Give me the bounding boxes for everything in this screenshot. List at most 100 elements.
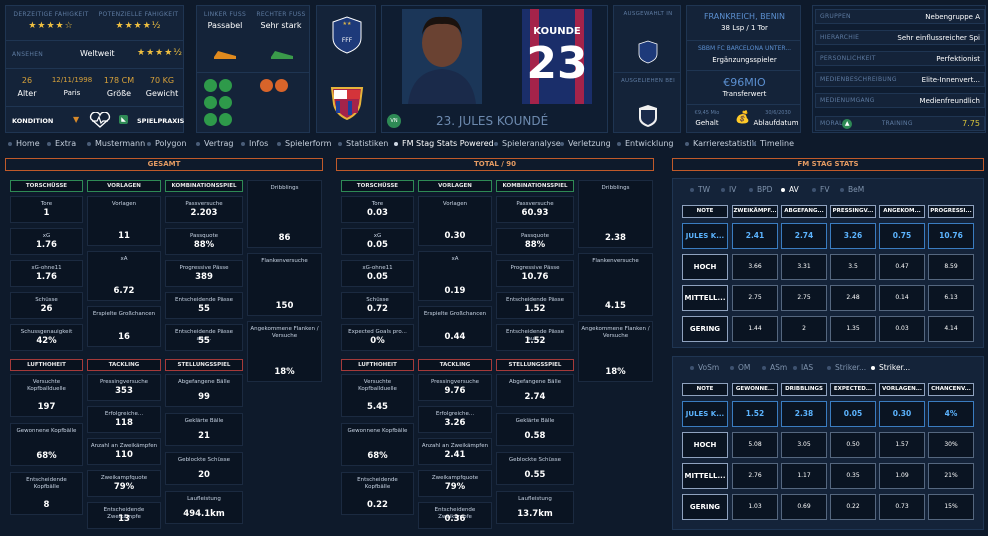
position-tab-label: ASm — [770, 363, 788, 372]
table-header: GEWONNE... — [732, 383, 778, 396]
tab-dot-icon — [494, 141, 498, 146]
age-label: Alter — [17, 89, 37, 98]
tab-extra[interactable]: Extra — [47, 139, 76, 151]
position-tab[interactable]: FV — [812, 185, 829, 194]
position-tab[interactable]: TW — [690, 185, 710, 194]
stat-cell: Progressive Pässe 389 — [165, 260, 243, 287]
position-tab[interactable]: AV — [781, 185, 799, 194]
info-row-value: Perfektionist — [936, 54, 980, 63]
stat-cell: Tore 0.03 — [341, 196, 414, 223]
loaned-label: Ausgeliehen bei — [620, 78, 676, 84]
ability-panel: Derzeitige Fähigkeit ★★★★☆ Potenzielle F… — [5, 5, 184, 133]
position-tab[interactable]: IAS — [793, 363, 813, 372]
table-cell: 0.14 — [879, 285, 925, 311]
position-tab[interactable]: IV — [721, 185, 736, 194]
tab-infos[interactable]: Infos — [241, 139, 268, 151]
table-header: NOTE — [682, 205, 728, 218]
stat-label: Schüsse — [35, 297, 58, 303]
position-tab[interactable]: OM — [730, 363, 750, 372]
tab-karrierestatistik[interactable]: Karrierestatistik — [685, 139, 756, 151]
stat-cell: Entscheidende Pässe 1.52 — [496, 292, 574, 319]
stat-label: Dribblings — [601, 185, 630, 191]
stat-cell: Schussgenauigkeit 42% — [10, 324, 83, 351]
table-cell: 1.09 — [879, 463, 925, 489]
stat-label: Geblockte Schüsse — [508, 457, 562, 463]
stat-value: 494.1km — [183, 509, 225, 519]
stat-label: Abgefangene Bälle — [178, 379, 230, 385]
info-row-value: Sehr einflussreicher Spi — [897, 33, 980, 42]
trait-icon — [204, 113, 217, 126]
table-header: CHANCENV... — [928, 383, 974, 396]
tab-dot-icon — [690, 188, 694, 192]
stat-value: 11 — [118, 231, 130, 241]
tab-label: Polygon — [155, 139, 187, 148]
table-cell: 4% — [928, 401, 974, 427]
trait-icon — [204, 79, 217, 92]
stat-label: xG — [42, 233, 51, 239]
contract-panel: FRANKREICH, BENIN 38 Lsp / 1 Tor SBBM FC… — [686, 5, 801, 133]
table-cell: 4.14 — [928, 316, 974, 342]
info-row: Gruppen Nebengruppe A — [815, 9, 985, 24]
stat-value: 2.203 — [190, 208, 218, 218]
table-cell: 3.66 — [732, 254, 778, 280]
position-tab[interactable]: BeM — [840, 185, 864, 194]
tab-timeline[interactable]: Timeline — [752, 139, 794, 151]
position-tab[interactable]: Striker... — [827, 363, 866, 372]
table-cell: 2.48 — [830, 285, 876, 311]
tab-vertrag[interactable]: Vertrag — [196, 139, 233, 151]
table-cell: 3.05 — [781, 432, 827, 458]
group-header: TACKLING — [418, 359, 492, 371]
stat-value: 0.19 — [444, 286, 466, 296]
stat-value: 0.44 — [444, 332, 466, 342]
stat-label: Entscheidende Pässe — [506, 297, 564, 303]
reputation-stars: ★★★★½ — [137, 48, 183, 58]
tab-spielerform[interactable]: Spielerform — [277, 139, 331, 151]
position-tab[interactable]: Striker... — [871, 363, 910, 372]
info-row-label: Medienbeschreibung — [820, 76, 897, 83]
group-header: STELLUNGSSPIEL — [496, 359, 574, 371]
stat-cell: Erfolgreiche... 3.26 — [418, 406, 492, 433]
table-row-label: MITTELL... — [682, 463, 728, 489]
stat-cell: Passquote 88% — [165, 228, 243, 255]
weight-label: Gewicht — [145, 89, 179, 98]
stat-label: Gewonnene Kopfbälle — [16, 428, 77, 434]
stat-label: Passversuche — [185, 201, 223, 207]
table-header: ABGEFANG... — [781, 205, 827, 218]
position-tab[interactable]: ASm — [762, 363, 787, 372]
stat-cell: Versuchte Kopfballduelle 197 — [10, 374, 83, 417]
position-tab[interactable]: VoSm — [690, 363, 719, 372]
tab-spieleranalyse[interactable]: Spieleranalyse — [494, 139, 561, 151]
stat-cell: Passversuche 60.93 — [496, 196, 574, 223]
stat-label: xG-ohne11 — [31, 265, 62, 271]
stat-cell: Vorlagen 0.30 — [418, 196, 492, 246]
position-tab[interactable]: BPD — [749, 185, 772, 194]
stat-label: Entscheidende Kopfbälle — [357, 477, 398, 490]
stat-value: 55 — [198, 304, 210, 314]
tab-dot-icon — [277, 141, 281, 146]
stat-value: 68% — [36, 451, 57, 461]
table-cell: 0.22 — [830, 494, 876, 520]
stat-cell: Abgefangene Bälle 2.74 — [496, 374, 574, 407]
shirt-number: 23 — [526, 38, 588, 89]
stat-value: 16 — [118, 332, 130, 342]
tab-dot-icon — [827, 366, 831, 370]
table-cell: 2 — [781, 316, 827, 342]
tab-entwicklung[interactable]: Entwicklung — [617, 139, 674, 151]
stat-value: 0.58 — [524, 431, 546, 441]
tab-home[interactable]: Home — [8, 139, 40, 151]
table-cell: 8.59 — [928, 254, 974, 280]
tab-mustermann[interactable]: Mustermann — [87, 139, 145, 151]
tab-statistiken[interactable]: Statistiken — [338, 139, 388, 151]
info-row: Medienbeschreibung Elite-Innenvert... — [815, 72, 985, 87]
tab-polygon[interactable]: Polygon — [147, 139, 186, 151]
tab-label: Statistiken — [346, 139, 389, 148]
tab-verletzung[interactable]: Verletzung — [560, 139, 611, 151]
table-cell: 0.30 — [879, 401, 925, 427]
stat-cell: xA 0.19 — [418, 251, 492, 301]
tab-fm-stag-stats-powered[interactable]: FM Stag Stats Powered — [394, 139, 494, 151]
table-cell: 2.74 — [781, 223, 827, 249]
stat-cell: Passquote 88% — [496, 228, 574, 255]
training-label: TRAINING — [881, 120, 913, 127]
stat-value: 8 — [43, 500, 50, 510]
table-header: EXPECTED... — [830, 383, 876, 396]
